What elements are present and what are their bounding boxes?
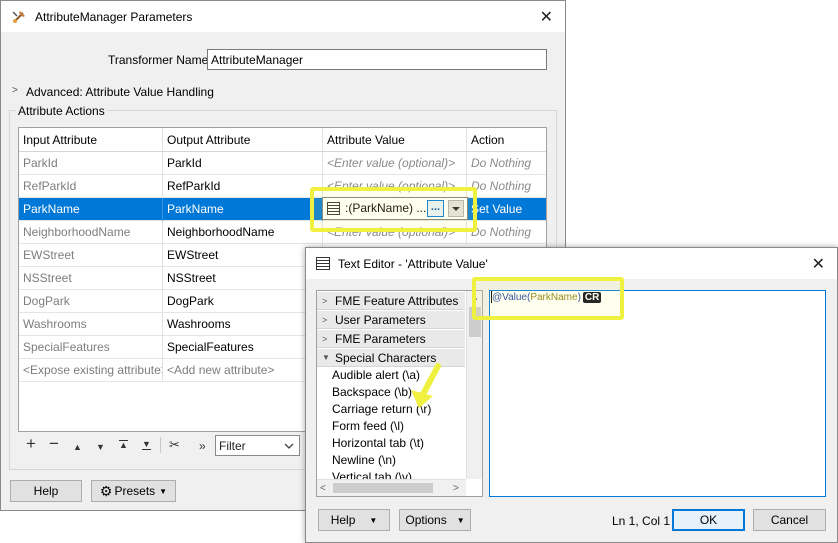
presets-button-label: Presets xyxy=(114,484,156,498)
caret-down-icon: ▼ xyxy=(159,486,168,496)
input-attribute-cell: NeighborhoodName xyxy=(19,221,163,244)
column-header[interactable]: Input Attribute xyxy=(19,128,163,151)
chevron-right-icon: > xyxy=(322,296,328,306)
chevron-down-icon: ▼ xyxy=(322,353,330,362)
output-attribute-cell[interactable]: ParkId xyxy=(163,152,323,175)
text-editor-icon xyxy=(316,257,330,270)
scroll-left-icon[interactable]: < xyxy=(320,483,326,494)
output-attribute-cell[interactable]: RefParkId xyxy=(163,175,323,198)
list-item[interactable]: Backspace (\b) xyxy=(332,385,412,400)
caret-down-icon: ▼ xyxy=(456,515,465,525)
move-bottom-icon[interactable]: ▼ xyxy=(142,440,151,450)
attribute-value-cell[interactable]: <Enter value (optional)> xyxy=(323,152,467,175)
transformer-name-label: Transformer Name: xyxy=(108,53,212,67)
column-header[interactable]: Output Attribute xyxy=(163,128,323,151)
editor-window-title: Text Editor - 'Attribute Value' xyxy=(338,256,488,271)
main-title-bar: AttributeManager Parameters ✕ xyxy=(1,1,565,32)
table-row[interactable]: ParkId ParkId <Enter value (optional)> D… xyxy=(19,152,546,175)
output-attribute-cell[interactable]: ParkName xyxy=(163,198,323,221)
expression-editor[interactable] xyxy=(489,290,826,497)
caret-down-icon: ▼ xyxy=(369,515,378,525)
list-item[interactable]: Horizontal tab (\t) xyxy=(332,436,424,451)
cut-icon[interactable]: ✂ xyxy=(169,437,180,453)
category-label: FME Parameters xyxy=(335,332,426,346)
input-attribute-cell: SpecialFeatures xyxy=(19,336,163,359)
chevron-right-icon: > xyxy=(322,315,328,325)
transformer-name-input[interactable] xyxy=(207,49,547,70)
expose-attribute-cell[interactable]: <Expose existing attribute> xyxy=(19,359,163,382)
ok-button-label: OK xyxy=(699,513,718,527)
list-item[interactable]: Newline (\n) xyxy=(332,453,396,468)
close-icon[interactable]: ✕ xyxy=(812,254,825,274)
presets-button[interactable]: ⚙ Presets ▼ xyxy=(91,480,176,502)
add-attribute-cell[interactable]: <Add new attribute> xyxy=(163,359,323,382)
ok-button[interactable]: OK xyxy=(672,509,745,531)
cancel-button-label: Cancel xyxy=(770,513,809,527)
scrollbar-thumb[interactable] xyxy=(333,483,433,493)
output-attribute-cell[interactable]: SpecialFeatures xyxy=(163,336,323,359)
close-icon[interactable]: ✕ xyxy=(540,7,553,27)
chevron-right-icon: > xyxy=(322,334,328,344)
category-user-parameters[interactable]: > User Parameters xyxy=(317,311,465,329)
action-cell[interactable]: Set Value xyxy=(467,198,546,221)
output-attribute-cell[interactable]: EWStreet xyxy=(163,244,323,267)
options-button-label: Options xyxy=(405,513,447,527)
input-attribute-cell: RefParkId xyxy=(19,175,163,198)
move-up-icon[interactable]: ▲ xyxy=(73,442,82,452)
category-fme-feature-attributes[interactable]: > FME Feature Attributes xyxy=(317,292,465,310)
output-attribute-cell[interactable]: DogPark xyxy=(163,290,323,313)
filter-placeholder: Filter xyxy=(219,439,246,453)
input-attribute-cell: ParkId xyxy=(19,152,163,175)
cursor-position-status: Ln 1, Col 1 xyxy=(612,514,671,528)
output-attribute-cell[interactable]: NeighborhoodName xyxy=(163,221,323,244)
input-attribute-cell: DogPark xyxy=(19,290,163,313)
help-button-label: Help xyxy=(33,484,59,498)
category-label: FME Feature Attributes xyxy=(335,294,459,308)
filter-combobox[interactable]: Filter xyxy=(215,435,300,456)
input-attribute-cell: ParkName xyxy=(19,198,163,221)
move-down-icon[interactable]: ▼ xyxy=(96,442,105,452)
editor-title-bar: Text Editor - 'Attribute Value' ✕ xyxy=(306,248,837,279)
help-button-label: Help xyxy=(330,513,356,527)
input-attribute-cell: Washrooms xyxy=(19,313,163,336)
column-header[interactable]: Action xyxy=(467,128,546,151)
add-icon[interactable]: + xyxy=(26,434,36,454)
action-cell[interactable]: Do Nothing xyxy=(467,175,546,198)
value-cell-highlight xyxy=(310,187,477,232)
remove-icon[interactable]: − xyxy=(49,434,59,454)
column-header[interactable]: Attribute Value xyxy=(323,128,467,151)
options-button[interactable]: Options ▼ xyxy=(399,509,471,531)
horizontal-scrollbar[interactable]: < > xyxy=(317,479,466,496)
main-window-title: AttributeManager Parameters xyxy=(35,9,193,24)
move-top-icon[interactable]: ▲ xyxy=(119,440,128,450)
output-attribute-cell[interactable]: Washrooms xyxy=(163,313,323,336)
grid-header-row: Input Attribute Output Attribute Attribu… xyxy=(19,128,546,152)
chevron-right-icon[interactable]: > xyxy=(12,85,18,96)
input-attribute-cell: EWStreet xyxy=(19,244,163,267)
input-attribute-cell: NSStreet xyxy=(19,267,163,290)
output-attribute-cell[interactable]: NSStreet xyxy=(163,267,323,290)
more-icon[interactable]: » xyxy=(199,439,206,453)
help-button[interactable]: Help xyxy=(10,480,82,502)
editor-help-button[interactable]: Help ▼ xyxy=(318,509,390,531)
toolbar-divider xyxy=(160,437,161,453)
list-item[interactable]: Vertical tab (\v) xyxy=(332,470,412,479)
attribute-actions-label: Attribute Actions xyxy=(16,104,107,118)
yellow-arrow-annotation xyxy=(411,363,441,408)
action-cell[interactable]: Do Nothing xyxy=(467,221,546,244)
list-item[interactable]: Form feed (\l) xyxy=(332,419,404,434)
expression-highlight xyxy=(472,277,624,320)
category-label: User Parameters xyxy=(335,313,426,327)
scroll-right-icon[interactable]: > xyxy=(453,483,459,494)
advanced-section-header[interactable]: Advanced: Attribute Value Handling xyxy=(26,85,214,99)
attribute-manager-icon xyxy=(11,9,27,25)
category-fme-parameters[interactable]: > FME Parameters xyxy=(317,330,465,348)
action-cell[interactable]: Do Nothing xyxy=(467,152,546,175)
chevron-down-icon xyxy=(284,443,294,449)
cancel-button[interactable]: Cancel xyxy=(753,509,826,531)
gear-icon: ⚙ xyxy=(99,482,113,499)
